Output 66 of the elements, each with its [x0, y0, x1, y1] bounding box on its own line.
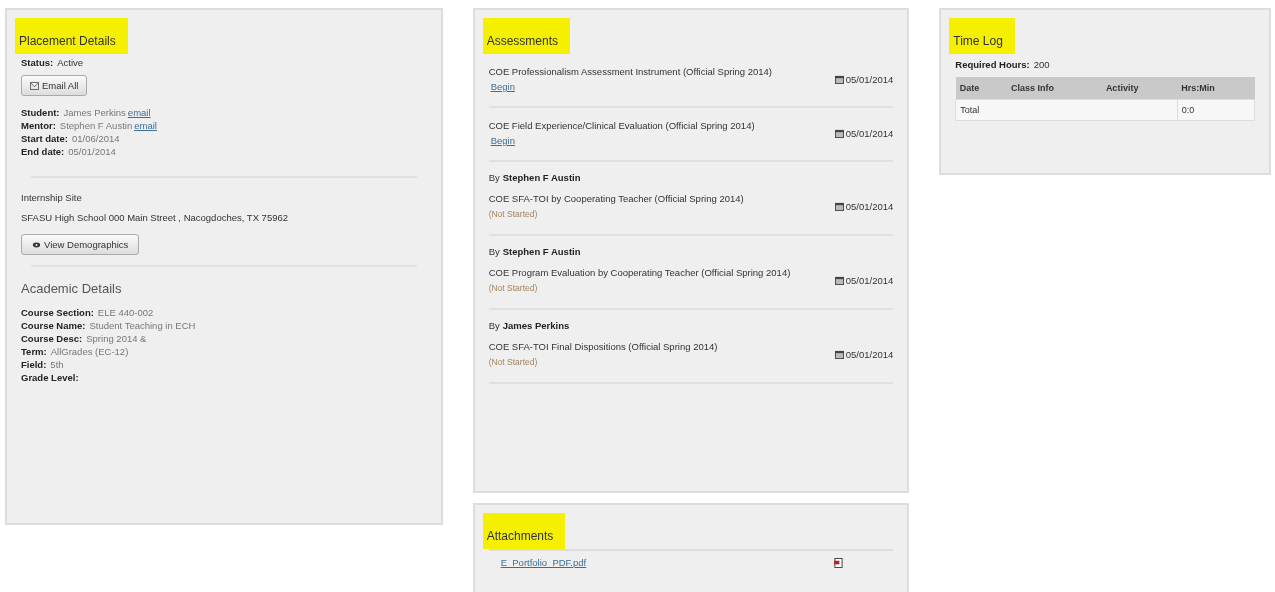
assessment-title: COE SFA-TOI by Cooperating Teacher (Official Spring 2014): [488, 192, 744, 206]
file-link[interactable]: E_Portfolio_PDF.pdf: [500, 557, 587, 568]
assessment-title: COE SFA-TOI Final Dispositions (Official Spring 2014): [488, 340, 718, 354]
assessor-name: James Perkins: [502, 320, 570, 331]
calendar-icon: [834, 202, 844, 211]
envelope-icon: [30, 81, 39, 90]
panel-title: Placement Details: [15, 18, 128, 54]
begin-link[interactable]: Begin: [490, 81, 515, 92]
field-value: 05/01/2014: [68, 146, 116, 157]
calendar-icon: [834, 128, 844, 138]
calendar-icon: [834, 350, 844, 359]
panel-title: Time Log: [949, 18, 1015, 54]
field-value: ELE 440-002: [97, 307, 154, 318]
table-cell: Total: [955, 99, 1178, 121]
field-label: Mentor:: [21, 120, 56, 131]
due-date: 05/01/2014: [845, 275, 894, 286]
assessor-name: Stephen F Austin: [502, 172, 581, 183]
section-title: Academic Details: [21, 281, 123, 296]
assessment-title: COE Professionalism Assessment Instrument (Official Spring 2014): [488, 65, 772, 79]
by-label: By: [488, 320, 500, 331]
field-value: Spring 2014 &: [86, 333, 147, 344]
field-label: Grade Level:: [21, 372, 79, 383]
by-label: By: [488, 172, 500, 183]
due-date: 05/01/2014: [845, 349, 894, 360]
calendar-icon: [834, 276, 844, 285]
panel-title: Assessments: [482, 18, 570, 54]
email-link[interactable]: email: [134, 120, 157, 131]
by-label: By: [488, 246, 500, 257]
assessment-title: COE Program Evaluation by Cooperating Teacher (Official Spring 2014): [488, 266, 791, 280]
field-label: Field:: [21, 359, 47, 370]
column-header: Class Info: [1006, 77, 1102, 100]
panel-title: Attachments: [482, 513, 566, 549]
field-label: Student:: [21, 107, 60, 118]
field-label: Course Name:: [21, 320, 86, 331]
status-label: Status:: [21, 57, 54, 68]
column-header: Activity: [1101, 77, 1178, 100]
document-icon[interactable]: [834, 557, 844, 568]
status-text: (Not Started): [488, 357, 538, 367]
column-header: Date: [955, 77, 1007, 100]
section-title: Internship Site: [21, 192, 83, 203]
table-cell: 0:0: [1177, 99, 1255, 121]
status-text: (Not Started): [488, 283, 538, 293]
field-label: Course Desc:: [21, 333, 83, 344]
required-hours-value: 200: [1033, 59, 1050, 70]
field-label: Term:: [21, 346, 47, 357]
calendar-icon: [834, 74, 844, 84]
field-value: 5th: [50, 359, 64, 370]
eye-icon: [32, 240, 41, 249]
assessor-name: Stephen F Austin: [502, 246, 581, 257]
assessment-title: COE Field Experience/Clinical Evaluation (Official Spring 2014): [488, 119, 755, 133]
view-demographics-button[interactable]: View Demographics: [21, 234, 140, 255]
field-label: End date:: [21, 146, 65, 157]
status-value: Active: [57, 57, 84, 68]
field-label: Start date:: [21, 133, 68, 144]
due-date: 05/01/2014: [845, 127, 894, 139]
email-all-button[interactable]: Email All: [21, 75, 88, 96]
site-address: SFASU High School 000 Main Street , Nacogdoches, TX 75962: [21, 211, 290, 224]
column-header: Hrs:Min: [1177, 77, 1255, 100]
due-date: 05/01/2014: [845, 201, 894, 212]
due-date: 05/01/2014: [845, 73, 894, 85]
required-hours-label: Required Hours:: [955, 59, 1030, 70]
field-value: 01/06/2014: [72, 133, 120, 144]
status-text: (Not Started): [488, 209, 538, 219]
begin-link[interactable]: Begin: [490, 135, 515, 146]
email-link[interactable]: email: [127, 107, 151, 118]
field-label: Course Section:: [21, 307, 94, 318]
